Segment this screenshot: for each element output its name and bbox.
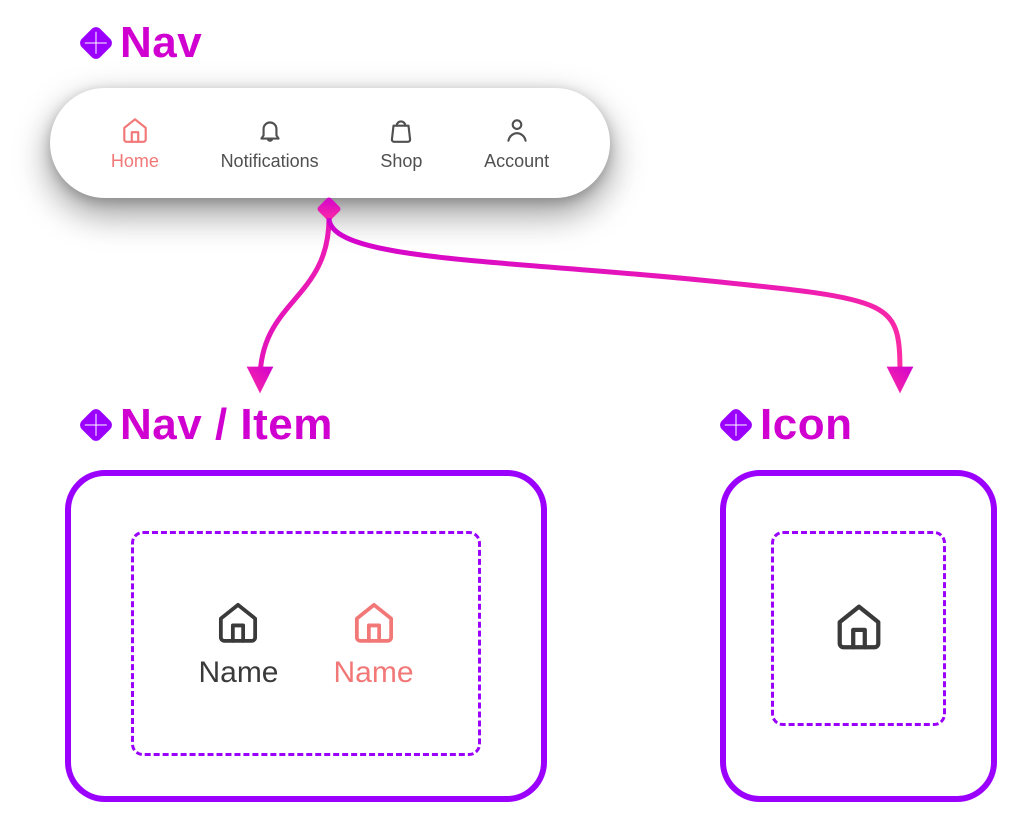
- home-icon: [120, 115, 150, 145]
- nav-heading: Nav: [120, 18, 202, 68]
- variant-label: Name: [334, 656, 414, 690]
- nav-component: Home Notifications Shop Account: [50, 88, 610, 198]
- navitem-variant-active[interactable]: Name: [334, 598, 414, 690]
- user-icon: [502, 115, 532, 145]
- component-diamond-icon: [720, 409, 752, 441]
- nav-item-home[interactable]: Home: [111, 115, 159, 172]
- bell-icon: [255, 115, 285, 145]
- component-diamond-icon: [80, 27, 112, 59]
- icon-component-frame: [720, 470, 997, 802]
- nav-item-label: Notifications: [221, 151, 319, 172]
- navitem-variants-box: Name Name: [131, 531, 481, 756]
- home-icon: [832, 599, 886, 653]
- section-label-navitem: Nav / Item: [80, 400, 333, 450]
- nav-item-label: Home: [111, 151, 159, 172]
- section-label-nav: Nav: [80, 18, 202, 68]
- component-diamond-icon: [80, 409, 112, 441]
- nav-bar: Home Notifications Shop Account: [50, 88, 610, 198]
- nav-item-shop[interactable]: Shop: [380, 115, 422, 172]
- nav-item-account[interactable]: Account: [484, 115, 549, 172]
- nav-item-label: Account: [484, 151, 549, 172]
- nav-item-notifications[interactable]: Notifications: [221, 115, 319, 172]
- home-icon: [214, 598, 262, 646]
- section-label-icon: Icon: [720, 400, 852, 450]
- home-icon: [350, 598, 398, 646]
- bag-icon: [386, 115, 416, 145]
- icon-variant-box: [771, 531, 946, 726]
- navitem-variant-default[interactable]: Name: [198, 598, 278, 690]
- icon-variant-default[interactable]: [832, 599, 886, 658]
- navitem-heading: Nav / Item: [120, 400, 333, 450]
- nav-item-label: Shop: [380, 151, 422, 172]
- navitem-component-frame: Name Name: [65, 470, 547, 802]
- variant-label: Name: [198, 656, 278, 690]
- icon-heading: Icon: [760, 400, 852, 450]
